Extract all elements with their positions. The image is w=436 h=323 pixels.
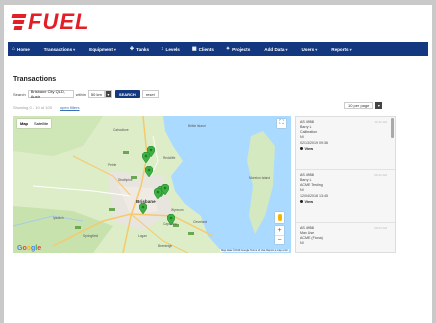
main-nav: ⌂ Home Transactions ▾ Equipment ▾ ✚ Tanks ↕ Level… — [8, 42, 428, 56]
card-line: NI — [300, 241, 304, 246]
fullscreen-icon[interactable]: ⛶ — [277, 119, 286, 128]
map-marker-icon[interactable] — [142, 152, 150, 163]
filter-row: Showing 0 - 10 of 100 open filters — [13, 105, 80, 110]
list-scrollbar[interactable] — [391, 118, 394, 138]
level-icon: ↕ — [161, 46, 164, 52]
chevron-down-icon: ▾ — [285, 46, 288, 52]
view-label: View — [304, 199, 314, 204]
map-place-label: Petrie — [108, 163, 117, 167]
filters-link[interactable]: open filters — [60, 105, 80, 110]
map-type-map-button[interactable]: Map — [17, 119, 31, 128]
chevron-down-icon: ▾ — [315, 46, 318, 52]
map-place-label: Logan — [138, 234, 147, 238]
projects-icon: ✦ — [225, 46, 231, 52]
nav-item-transactions[interactable]: Transactions ▾ — [44, 47, 75, 52]
search-button[interactable]: SEARCH — [114, 90, 140, 98]
tank-icon: ✚ — [129, 46, 135, 52]
view-bullet-icon — [300, 147, 303, 151]
map-place-label: Strathpine — [118, 178, 133, 182]
map-place-label: Moreton Island — [249, 176, 271, 180]
map-place-label: Beenleigh — [158, 244, 173, 248]
nav-item-clients[interactable]: ▦ Clients — [192, 46, 214, 52]
nav-item-label: Projects — [232, 46, 251, 52]
within-label: within — [75, 91, 86, 97]
card-time: 08:03 AM — [374, 226, 387, 230]
nav-item-label: Equipment — [89, 46, 113, 52]
per-page-value: 10 per page — [344, 102, 374, 109]
radius-dropdown-button[interactable]: ▾ — [104, 90, 112, 98]
nav-item-reports[interactable]: Reports ▾ — [331, 47, 351, 52]
radius-select[interactable]: 50 km — [87, 90, 105, 98]
map-place-label: Redcliffe — [163, 156, 176, 160]
result-count: Showing 0 - 10 of 100 — [13, 105, 52, 110]
nav-item-home[interactable]: ⌂ Home — [12, 46, 30, 52]
google-logo[interactable]: Google — [17, 245, 41, 252]
zoom-control: + − — [275, 226, 284, 244]
nav-item-label: Tanks — [136, 46, 150, 52]
street-view-pegman-icon[interactable] — [275, 212, 284, 223]
page: FUEL ⌂ Home Transactions ▾ Equipment ▾ ✚ Tanks ↕… — [4, 5, 432, 323]
per-page-select[interactable]: 10 per page ▾ — [344, 102, 383, 109]
chevron-down-icon: ▾ — [349, 46, 352, 52]
view-button[interactable]: View — [300, 199, 391, 205]
view-bullet-icon — [300, 200, 303, 204]
map-marker-icon[interactable] — [154, 188, 162, 199]
search-label: Search — [13, 91, 26, 97]
card-time: 10:41 AM — [374, 120, 387, 124]
nav-item-label: Levels — [165, 46, 180, 52]
fuel-logo[interactable]: FUEL — [11, 9, 90, 34]
nav-item-tanks[interactable]: ✚ Tanks — [130, 46, 149, 52]
clients-icon: ▦ — [191, 46, 197, 52]
transaction-card[interactable]: AS 4958 09:12 AM Barry L ACME Testing NI 12/0… — [296, 170, 395, 223]
map[interactable]: Caboolture Redcliffe Bribie Island Petri… — [13, 116, 291, 253]
map-place-label: Bribie Island — [188, 124, 206, 128]
home-icon: ⌂ — [12, 46, 16, 52]
nav-item-label: Transactions — [43, 46, 73, 52]
map-place-label: Wynnum — [171, 208, 184, 212]
map-place-label: Caboolture — [113, 128, 129, 132]
nav-item-label: Reports — [331, 46, 349, 52]
map-canvas — [13, 116, 291, 253]
map-marker-icon[interactable] — [139, 203, 147, 214]
zoom-in-button[interactable]: + — [275, 226, 284, 235]
transaction-cards: AS 4958 10:41 AM Barry L Calibration NI 02/13… — [296, 117, 395, 252]
map-type-control: Map Satellite — [17, 119, 52, 128]
map-footer[interactable]: Map data ©2019 Google Terms of Use Repor… — [220, 249, 289, 252]
map-type-satellite-button[interactable]: Satellite — [31, 119, 51, 128]
map-place-label: Springfield — [83, 234, 99, 238]
map-marker-icon[interactable] — [161, 184, 169, 195]
reset-button[interactable]: reset — [141, 90, 159, 98]
chevron-down-icon: ▾ — [375, 102, 383, 109]
page-title: Transactions — [13, 76, 57, 83]
chevron-down-icon: ▾ — [73, 46, 76, 52]
nav-item-projects[interactable]: ✦ Projects — [226, 46, 250, 52]
brand-name: FUEL — [28, 9, 90, 34]
header: FUEL — [4, 5, 432, 40]
fuel-logo-mark-icon — [11, 12, 27, 33]
map-marker-icon[interactable] — [145, 166, 153, 177]
view-label: View — [304, 146, 314, 151]
zoom-out-button[interactable]: − — [275, 235, 284, 244]
nav-item-label: Add Data — [264, 46, 285, 52]
view-button[interactable]: View — [300, 146, 391, 152]
transaction-card[interactable]: AS 4958 10:41 AM Barry L Calibration NI 02/13… — [296, 117, 395, 170]
nav-item-levels[interactable]: ↕ Levels — [161, 46, 180, 52]
transaction-list: AS 4958 10:41 AM Barry L Calibration NI 02/13… — [295, 116, 396, 253]
chevron-down-icon: ▾ — [107, 91, 110, 97]
chevron-down-icon: ▾ — [113, 46, 116, 52]
nav-item-users[interactable]: Users ▾ — [301, 47, 317, 52]
nav-item-label: Home — [17, 46, 30, 52]
search-bar: Search Brisbane City QLD, Austr within 5… — [13, 89, 159, 99]
map-place-label: Cleveland — [193, 220, 208, 224]
nav-item-equipment[interactable]: Equipment ▾ — [89, 47, 116, 52]
map-place-label: Ipswich — [53, 216, 64, 220]
google-logo-text: Google — [17, 245, 42, 252]
nav-item-label: Users — [301, 46, 315, 52]
location-input[interactable]: Brisbane City QLD, Austr — [27, 89, 74, 99]
nav-item-add-data[interactable]: Add Data ▾ — [264, 47, 287, 52]
card-time: 09:12 AM — [374, 173, 387, 177]
nav-item-label: Clients — [198, 46, 214, 52]
map-marker-icon[interactable] — [167, 214, 175, 225]
transaction-card[interactable]: AS 4958 08:03 AM Max Use ACME (Fiona) NI — [296, 223, 395, 252]
